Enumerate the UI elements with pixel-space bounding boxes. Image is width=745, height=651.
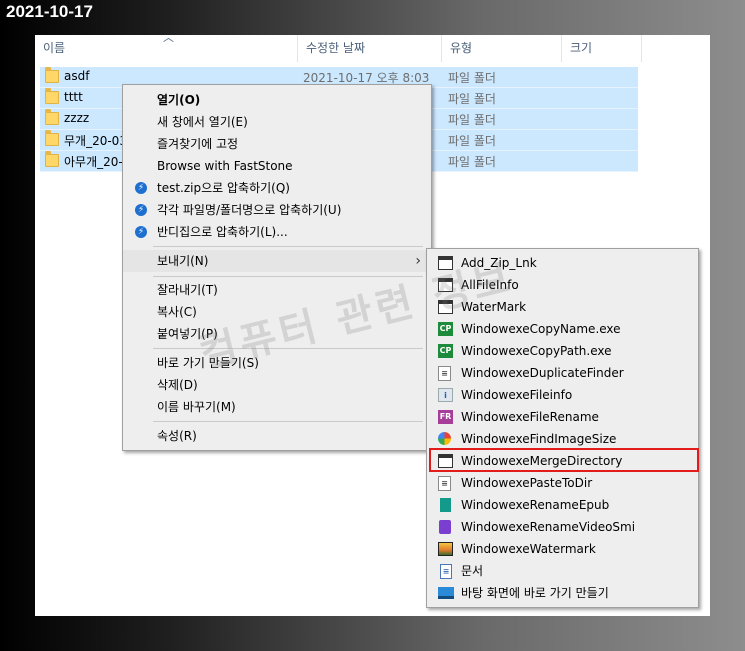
column-header-date[interactable]: 수정한 날짜 xyxy=(298,35,442,62)
text-document-icon: ≡ xyxy=(440,564,452,579)
document-icon: ≡ xyxy=(438,476,451,491)
menu-item-label: WindowexeRenameEpub xyxy=(461,498,610,512)
menu-item-delete[interactable]: 삭제(D) xyxy=(123,374,431,396)
menu-item-label: 보내기(N) xyxy=(157,254,209,268)
menu-item-label: WindowexePasteToDir xyxy=(461,476,593,490)
folder-icon xyxy=(45,151,59,167)
sendto-item-copyname[interactable]: CP WindowexeCopyName.exe xyxy=(427,318,698,340)
book-icon xyxy=(440,498,451,512)
column-header-size[interactable]: 크기 xyxy=(562,35,642,62)
sendto-item-pastetodir[interactable]: ≡ WindowexePasteToDir xyxy=(427,472,698,494)
folder-icon xyxy=(45,109,59,125)
file-type: 파일 폴더 xyxy=(448,155,496,169)
menu-item-label: WindowexeCopyName.exe xyxy=(461,322,621,336)
file-type: 파일 폴더 xyxy=(448,113,496,127)
sendto-item-filerename[interactable]: FR WindowexeFileRename xyxy=(427,406,698,428)
folder-icon xyxy=(45,67,59,83)
sendto-item-copypath[interactable]: CP WindowexeCopyPath.exe xyxy=(427,340,698,362)
menu-item-label: 반디집으로 압축하기(L)... xyxy=(157,225,288,239)
menu-item-open[interactable]: 열기(O) xyxy=(123,89,431,111)
folder-icon xyxy=(45,88,59,104)
menu-item-label: WindowexeFindImageSize xyxy=(461,432,617,446)
menu-item-zip-each[interactable]: ⚡ 각각 파일명/폴더명으로 압축하기(U) xyxy=(123,199,431,221)
cp-icon: CP xyxy=(438,322,453,336)
highlight-box xyxy=(429,448,699,472)
file-name: 아무개_20- xyxy=(64,155,123,169)
menu-item-label: WindowexeDuplicateFinder xyxy=(461,366,624,380)
file-type: 파일 폴더 xyxy=(448,92,496,106)
sendto-item-duplicatefinder[interactable]: ≡ WindowexeDuplicateFinder xyxy=(427,362,698,384)
menu-item-label: WindowexeFileRename xyxy=(461,410,599,424)
menu-item-label: WindowexeWatermark xyxy=(461,542,596,556)
bandizip-icon: ⚡ xyxy=(135,204,147,216)
sendto-item-documents[interactable]: ≡ 문서 xyxy=(427,560,698,582)
column-header-bar: ︿ 이름 수정한 날짜 유형 크기 xyxy=(35,31,710,62)
video-icon xyxy=(439,520,451,534)
image-icon xyxy=(438,542,453,556)
menu-item-send-to[interactable]: 보내기(N) › xyxy=(123,250,431,272)
folder-icon xyxy=(45,130,59,146)
menu-item-label: WindowexeCopyPath.exe xyxy=(461,344,612,358)
sendto-item-desktop-shortcut[interactable]: 바탕 화면에 바로 가기 만들기 xyxy=(427,582,698,604)
desktop-icon xyxy=(438,587,454,599)
column-header-name[interactable]: 이름 xyxy=(35,35,298,62)
file-name: asdf xyxy=(64,69,90,83)
sendto-item-watermark-exe[interactable]: WindowexeWatermark xyxy=(427,538,698,560)
info-icon: i xyxy=(438,388,453,402)
file-type: 파일 폴더 xyxy=(448,134,496,148)
menu-item-pin-favorites[interactable]: 즐겨찾기에 고정 xyxy=(123,133,431,155)
fr-icon: FR xyxy=(438,410,453,424)
sendto-item-findimagesize[interactable]: WindowexeFindImageSize xyxy=(427,428,698,450)
menu-item-label: WindowexeRenameVideoSmi xyxy=(461,520,636,534)
menu-item-label: 각각 파일명/폴더명으로 압축하기(U) xyxy=(157,203,342,217)
file-name: 무개_20-03 xyxy=(64,134,127,148)
sendto-item-renamevideosmi[interactable]: WindowexeRenameVideoSmi xyxy=(427,516,698,538)
file-name: zzzz xyxy=(64,111,90,125)
context-menu: 열기(O) 새 창에서 열기(E) 즐겨찾기에 고정 Browse with F… xyxy=(122,84,432,451)
menu-separator xyxy=(153,421,423,422)
menu-item-zip-test[interactable]: ⚡ test.zip으로 압축하기(Q) xyxy=(123,177,431,199)
cp-icon: CP xyxy=(438,344,453,358)
pinwheel-icon xyxy=(438,432,451,445)
menu-item-browse-faststone[interactable]: Browse with FastStone xyxy=(123,155,431,177)
menu-item-zip-bandizip[interactable]: ⚡ 반디집으로 압축하기(L)... xyxy=(123,221,431,243)
column-header-type[interactable]: 유형 xyxy=(442,35,562,62)
menu-item-label: 문서 xyxy=(461,564,484,578)
date-label: 2021-10-17 xyxy=(6,2,93,21)
file-type: 파일 폴더 xyxy=(448,71,496,85)
menu-item-properties[interactable]: 속성(R) xyxy=(123,425,431,447)
bandizip-icon: ⚡ xyxy=(135,182,147,194)
menu-item-rename[interactable]: 이름 바꾸기(M) xyxy=(123,396,431,418)
menu-separator xyxy=(153,246,423,247)
menu-item-label: 바탕 화면에 바로 가기 만들기 xyxy=(461,586,609,600)
menu-item-label: WindowexeFileinfo xyxy=(461,388,573,402)
menu-item-label: test.zip으로 압축하기(Q) xyxy=(157,181,290,195)
document-icon: ≡ xyxy=(438,366,451,381)
file-name: tttt xyxy=(64,90,83,104)
sendto-item-fileinfo[interactable]: i WindowexeFileinfo xyxy=(427,384,698,406)
sendto-item-renameepub[interactable]: WindowexeRenameEpub xyxy=(427,494,698,516)
menu-item-open-new-window[interactable]: 새 창에서 열기(E) xyxy=(123,111,431,133)
bandizip-icon: ⚡ xyxy=(135,226,147,238)
